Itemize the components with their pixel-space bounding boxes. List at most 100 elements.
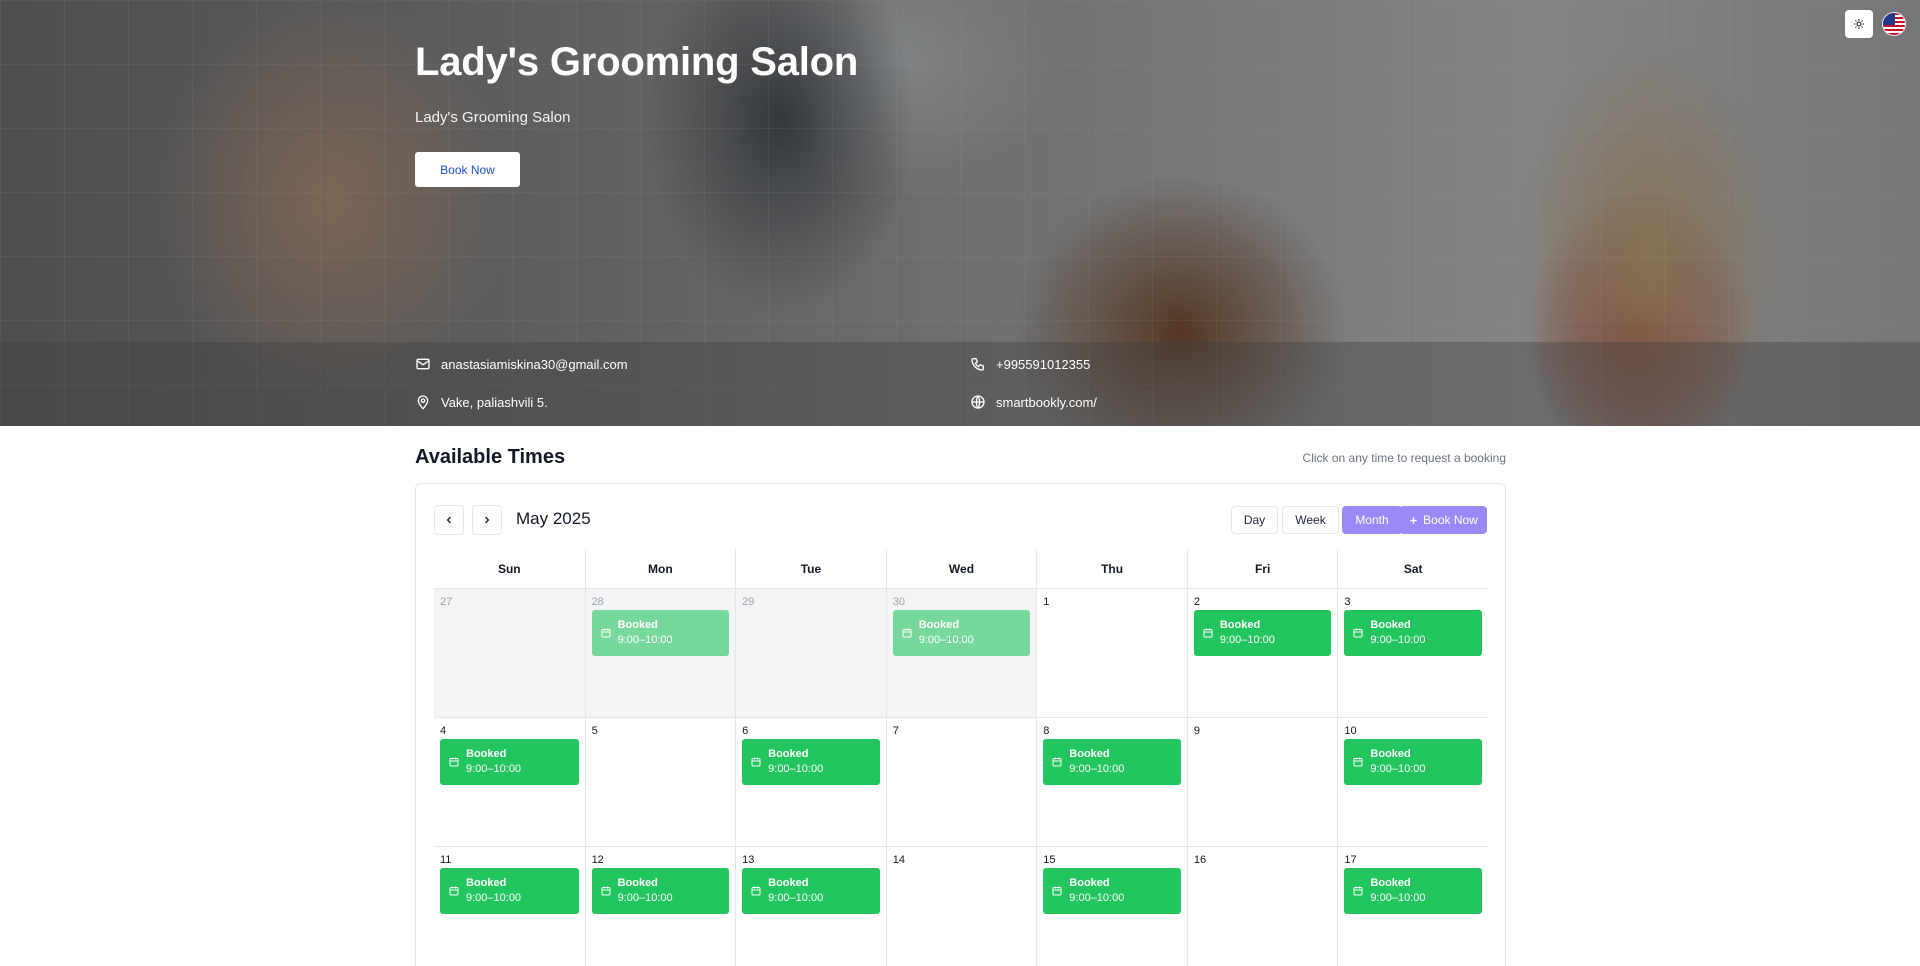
day-number: 15: [1043, 854, 1056, 866]
plus-icon: [1410, 516, 1417, 524]
top-controls: [1845, 10, 1906, 38]
event-text: Booked 9:00–10:00: [618, 876, 673, 906]
day-cell[interactable]: 3 Booked 9:00–10:00: [1337, 589, 1488, 717]
business-title: Lady's Grooming Salon: [415, 40, 859, 84]
booked-event[interactable]: Booked 9:00–10:00: [742, 739, 880, 785]
event-time: 9:00–10:00: [1370, 634, 1426, 646]
event-time: 9:00–10:00: [617, 634, 673, 646]
day-cell[interactable]: 27: [434, 589, 585, 717]
hero-content: Lady's Grooming Salon Lady's Grooming Sa…: [415, 40, 858, 187]
chevron-right-icon: [485, 516, 490, 524]
view-day-button[interactable]: Day: [1231, 506, 1278, 534]
day-cell[interactable]: 17 Booked 9:00–10:00: [1337, 847, 1488, 966]
day-number: 9: [1193, 725, 1200, 737]
calendar-icon: [1353, 757, 1363, 767]
phone-icon: [971, 358, 984, 371]
available-times-header: Available Times Click on any time to req…: [415, 446, 1506, 469]
booked-event[interactable]: Booked 9:00–10:00: [1193, 610, 1332, 656]
calendar-icon: [751, 757, 761, 767]
booked-event[interactable]: Booked 9:00–10:00: [440, 868, 579, 914]
event-time: 9:00–10:00: [1370, 892, 1426, 904]
day-number: 10: [1344, 725, 1357, 737]
sun-icon: [1854, 19, 1864, 29]
booked-event[interactable]: Booked 9:00–10:00: [1344, 610, 1482, 656]
day-number: 27: [440, 596, 453, 608]
day-cell[interactable]: 11 Booked 9:00–10:00: [434, 847, 585, 966]
day-cell[interactable]: 1: [1036, 589, 1187, 717]
booked-event[interactable]: Booked 9:00–10:00: [1344, 739, 1482, 785]
weekday-header-fri: Fri: [1186, 549, 1338, 588]
next-month-button[interactable]: [472, 505, 502, 535]
calendar-icon: [1353, 886, 1363, 896]
day-number: 28: [591, 596, 604, 608]
hero-book-now-button[interactable]: Book Now: [415, 152, 520, 187]
weekday-header-row: Sun Mon Tue Wed Thu Fri Sat: [434, 549, 1488, 589]
calendar-icon: [1052, 757, 1062, 767]
contact-phone[interactable]: +995591012355: [970, 356, 1090, 372]
us-flag-icon[interactable]: [1882, 12, 1906, 36]
weekday-header-sat: Sat: [1337, 549, 1488, 588]
event-text: Booked 9:00–10:00: [1370, 618, 1425, 648]
day-cell[interactable]: 16: [1186, 847, 1338, 966]
section-title: Available Times: [415, 446, 566, 468]
day-cell[interactable]: 28 Booked 9:00–10:00: [584, 589, 736, 717]
day-cell[interactable]: 9: [1186, 718, 1338, 846]
event-time: 9:00–10:00: [1219, 634, 1275, 646]
day-cell[interactable]: 7: [885, 718, 1037, 846]
day-cell[interactable]: 5: [584, 718, 736, 846]
day-cell[interactable]: 8 Booked 9:00–10:00: [1036, 718, 1187, 846]
theme-toggle-button[interactable]: [1845, 10, 1873, 38]
day-number: 13: [742, 854, 755, 866]
day-cell[interactable]: 2 Booked 9:00–10:00: [1186, 589, 1338, 717]
booked-event[interactable]: Booked 9:00–10:00: [1344, 868, 1482, 914]
booked-event[interactable]: Booked 9:00–10:00: [1043, 868, 1181, 914]
prev-month-button[interactable]: [434, 505, 464, 535]
day-number: 16: [1193, 854, 1207, 866]
booked-event[interactable]: Booked 9:00–10:00: [892, 610, 1031, 656]
event-text: Booked 9:00–10:00: [919, 618, 974, 648]
calendar-icon: [902, 628, 912, 638]
booked-event[interactable]: Booked 9:00–10:00: [440, 739, 579, 785]
day-number: 12: [591, 854, 604, 866]
month-label: May 2025: [516, 509, 591, 528]
calendar-book-now-label: Book Now: [1423, 513, 1478, 527]
contact-website-text: smartbookly.com/: [996, 394, 1097, 410]
day-number: 6: [742, 725, 749, 737]
event-title: Booked: [617, 619, 658, 631]
event-time: 9:00–10:00: [768, 763, 824, 775]
event-text: Booked 9:00–10:00: [1370, 747, 1425, 777]
day-cell[interactable]: 15 Booked 9:00–10:00: [1036, 847, 1187, 966]
day-cell[interactable]: 6 Booked 9:00–10:00: [735, 718, 886, 846]
calendar-toolbar: May 2025 Day Week Month Book Now: [434, 505, 1487, 535]
view-week-button[interactable]: Week: [1282, 506, 1339, 534]
day-cell[interactable]: 14: [885, 847, 1037, 966]
booked-event[interactable]: Booked 9:00–10:00: [591, 868, 730, 914]
weekday-header-wed: Wed: [885, 549, 1037, 588]
view-month-button[interactable]: Month: [1342, 506, 1402, 534]
event-time: 9:00–10:00: [768, 892, 824, 904]
day-cell[interactable]: 4 Booked 9:00–10:00: [434, 718, 585, 846]
chevron-left-icon: [446, 516, 451, 524]
day-cell[interactable]: 29: [735, 589, 886, 717]
event-title: Booked: [1370, 877, 1411, 889]
calendar-icon: [1203, 628, 1213, 638]
contact-website[interactable]: smartbookly.com/: [970, 394, 1097, 410]
booked-event[interactable]: Booked 9:00–10:00: [591, 610, 730, 656]
booked-event[interactable]: Booked 9:00–10:00: [742, 868, 880, 914]
weekday-header-mon: Mon: [584, 549, 736, 588]
day-cell[interactable]: 12 Booked 9:00–10:00: [584, 847, 736, 966]
day-cell[interactable]: 10 Booked 9:00–10:00: [1337, 718, 1488, 846]
event-time: 9:00–10:00: [1370, 763, 1426, 775]
calendar-icon: [449, 757, 459, 767]
event-text: Booked 9:00–10:00: [1069, 876, 1124, 906]
contact-email[interactable]: anastasiamiskina30@gmail.com: [415, 356, 628, 372]
business-subtitle: Lady's Grooming Salon: [415, 109, 571, 126]
event-title: Booked: [918, 619, 960, 631]
calendar-book-now-button[interactable]: Book Now: [1399, 506, 1487, 534]
booked-event[interactable]: Booked 9:00–10:00: [1043, 739, 1181, 785]
day-cell[interactable]: 30 Booked 9:00–10:00: [885, 589, 1037, 717]
event-time: 9:00–10:00: [466, 763, 522, 775]
day-cell[interactable]: 13 Booked 9:00–10:00: [735, 847, 886, 966]
event-text: Booked 9:00–10:00: [1220, 618, 1275, 648]
contact-phone-text: +995591012355: [996, 356, 1091, 372]
